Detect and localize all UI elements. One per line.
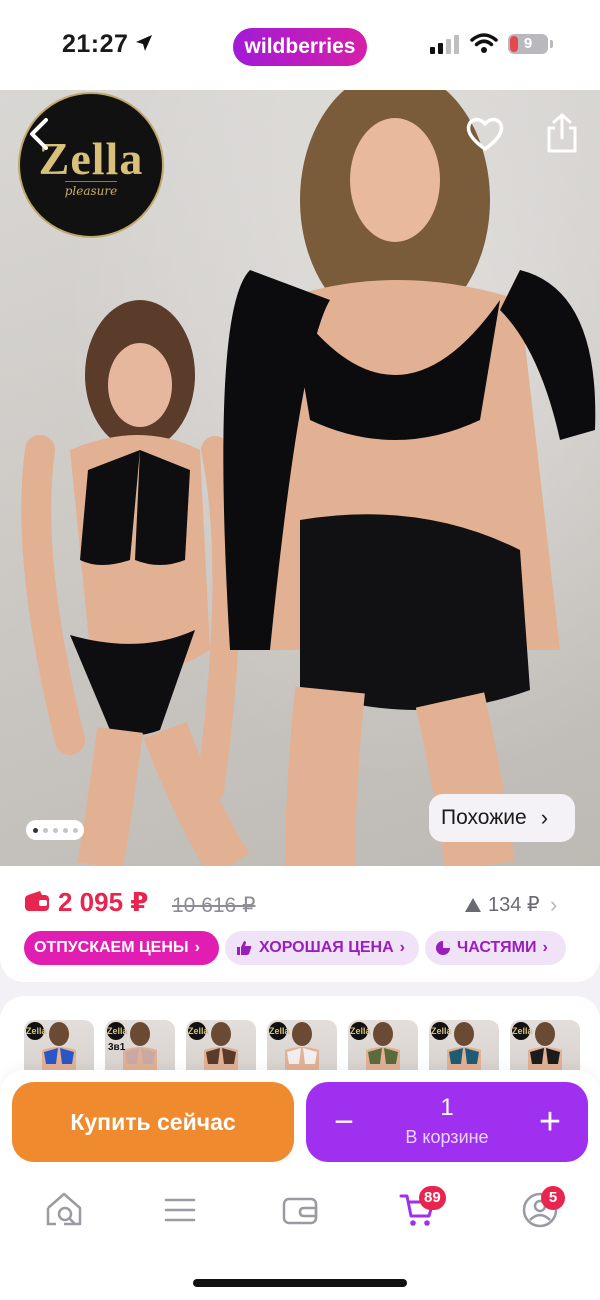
pie-chart-icon	[436, 941, 450, 955]
buy-now-button[interactable]: Купить сейчас	[12, 1082, 294, 1162]
tag-good-label: ХОРОШАЯ ЦЕНА	[259, 939, 394, 956]
chevron-right-icon: ›	[542, 939, 548, 956]
battery-indicator: 9	[508, 34, 553, 54]
chevron-right-icon: ›	[194, 939, 200, 956]
tag-installments[interactable]: ЧАСТЯМИ ›	[425, 931, 566, 965]
tag-release-prices[interactable]: ОТПУСКАЕМ ЦЕНЫ ›	[24, 931, 219, 965]
cart-quantity-control: − 1 В корзине +	[306, 1082, 588, 1162]
share-icon[interactable]	[544, 112, 580, 154]
variant-brand-badge: Zella	[26, 1022, 47, 1040]
gallery-dot	[62, 827, 68, 833]
old-price: 10 616 ₽	[172, 894, 256, 917]
tab-home-search-icon[interactable]	[44, 1190, 84, 1230]
tag-good-price[interactable]: ХОРОШАЯ ЦЕНА ›	[225, 931, 419, 965]
gallery-dot-active	[32, 827, 38, 833]
chevron-right-icon: ›	[540, 805, 549, 830]
variant-brand-badge: Zella	[431, 1022, 452, 1040]
profile-notification-badge: 5	[541, 1186, 565, 1210]
brand-tagline: pleasure	[64, 181, 118, 198]
variant-brand-badge: Zella	[350, 1022, 371, 1040]
brand-logo: wildberries	[233, 28, 367, 66]
tab-wallet-icon[interactable]	[280, 1190, 320, 1230]
variant-brand-badge: Zella	[512, 1022, 533, 1040]
home-indicator	[193, 1279, 407, 1287]
similar-items-button[interactable]: Похожие ›	[429, 794, 575, 842]
gallery-dot	[52, 827, 58, 833]
back-chevron-icon[interactable]	[22, 112, 58, 156]
tag-installments-label: ЧАСТЯМИ	[457, 939, 537, 956]
triangle-up-icon	[465, 897, 481, 912]
cellular-signal-icon	[430, 35, 459, 54]
battery-level: 9	[523, 35, 533, 52]
wallet-icon	[25, 891, 49, 911]
increase-quantity-button[interactable]: +	[534, 1098, 566, 1146]
chevron-right-icon[interactable]: ›	[550, 892, 557, 918]
tab-catalog-menu-icon[interactable]	[160, 1190, 200, 1230]
price-change-value: 134 ₽	[488, 894, 540, 916]
variant-brand-badge: Zella	[269, 1022, 290, 1040]
cart-count-badge: 89	[419, 1186, 446, 1210]
status-time: 21:27	[62, 30, 129, 58]
gallery-pagination-dots	[26, 820, 84, 840]
price-change[interactable]: 134 ₽	[464, 892, 540, 917]
tag-release-label: ОТПУСКАЕМ ЦЕНЫ	[34, 939, 189, 956]
product-image-gallery[interactable]: Zella pleasure	[0, 90, 600, 866]
similar-label: Похожие	[441, 806, 527, 829]
gallery-dot	[72, 827, 78, 833]
variant-set-note: 3в1	[108, 1042, 126, 1053]
location-arrow-icon	[136, 35, 152, 51]
gallery-dot	[42, 827, 48, 833]
favorite-heart-icon[interactable]	[465, 115, 505, 153]
variant-brand-badge: Zella	[107, 1022, 128, 1040]
chevron-right-icon: ›	[399, 939, 405, 956]
thumbs-up-icon	[237, 941, 252, 955]
status-bar: 21:27 wildberries 9	[0, 0, 600, 90]
current-price: 2 095 ₽	[58, 887, 149, 917]
wifi-icon	[470, 33, 498, 53]
variant-brand-badge: Zella	[188, 1022, 209, 1040]
